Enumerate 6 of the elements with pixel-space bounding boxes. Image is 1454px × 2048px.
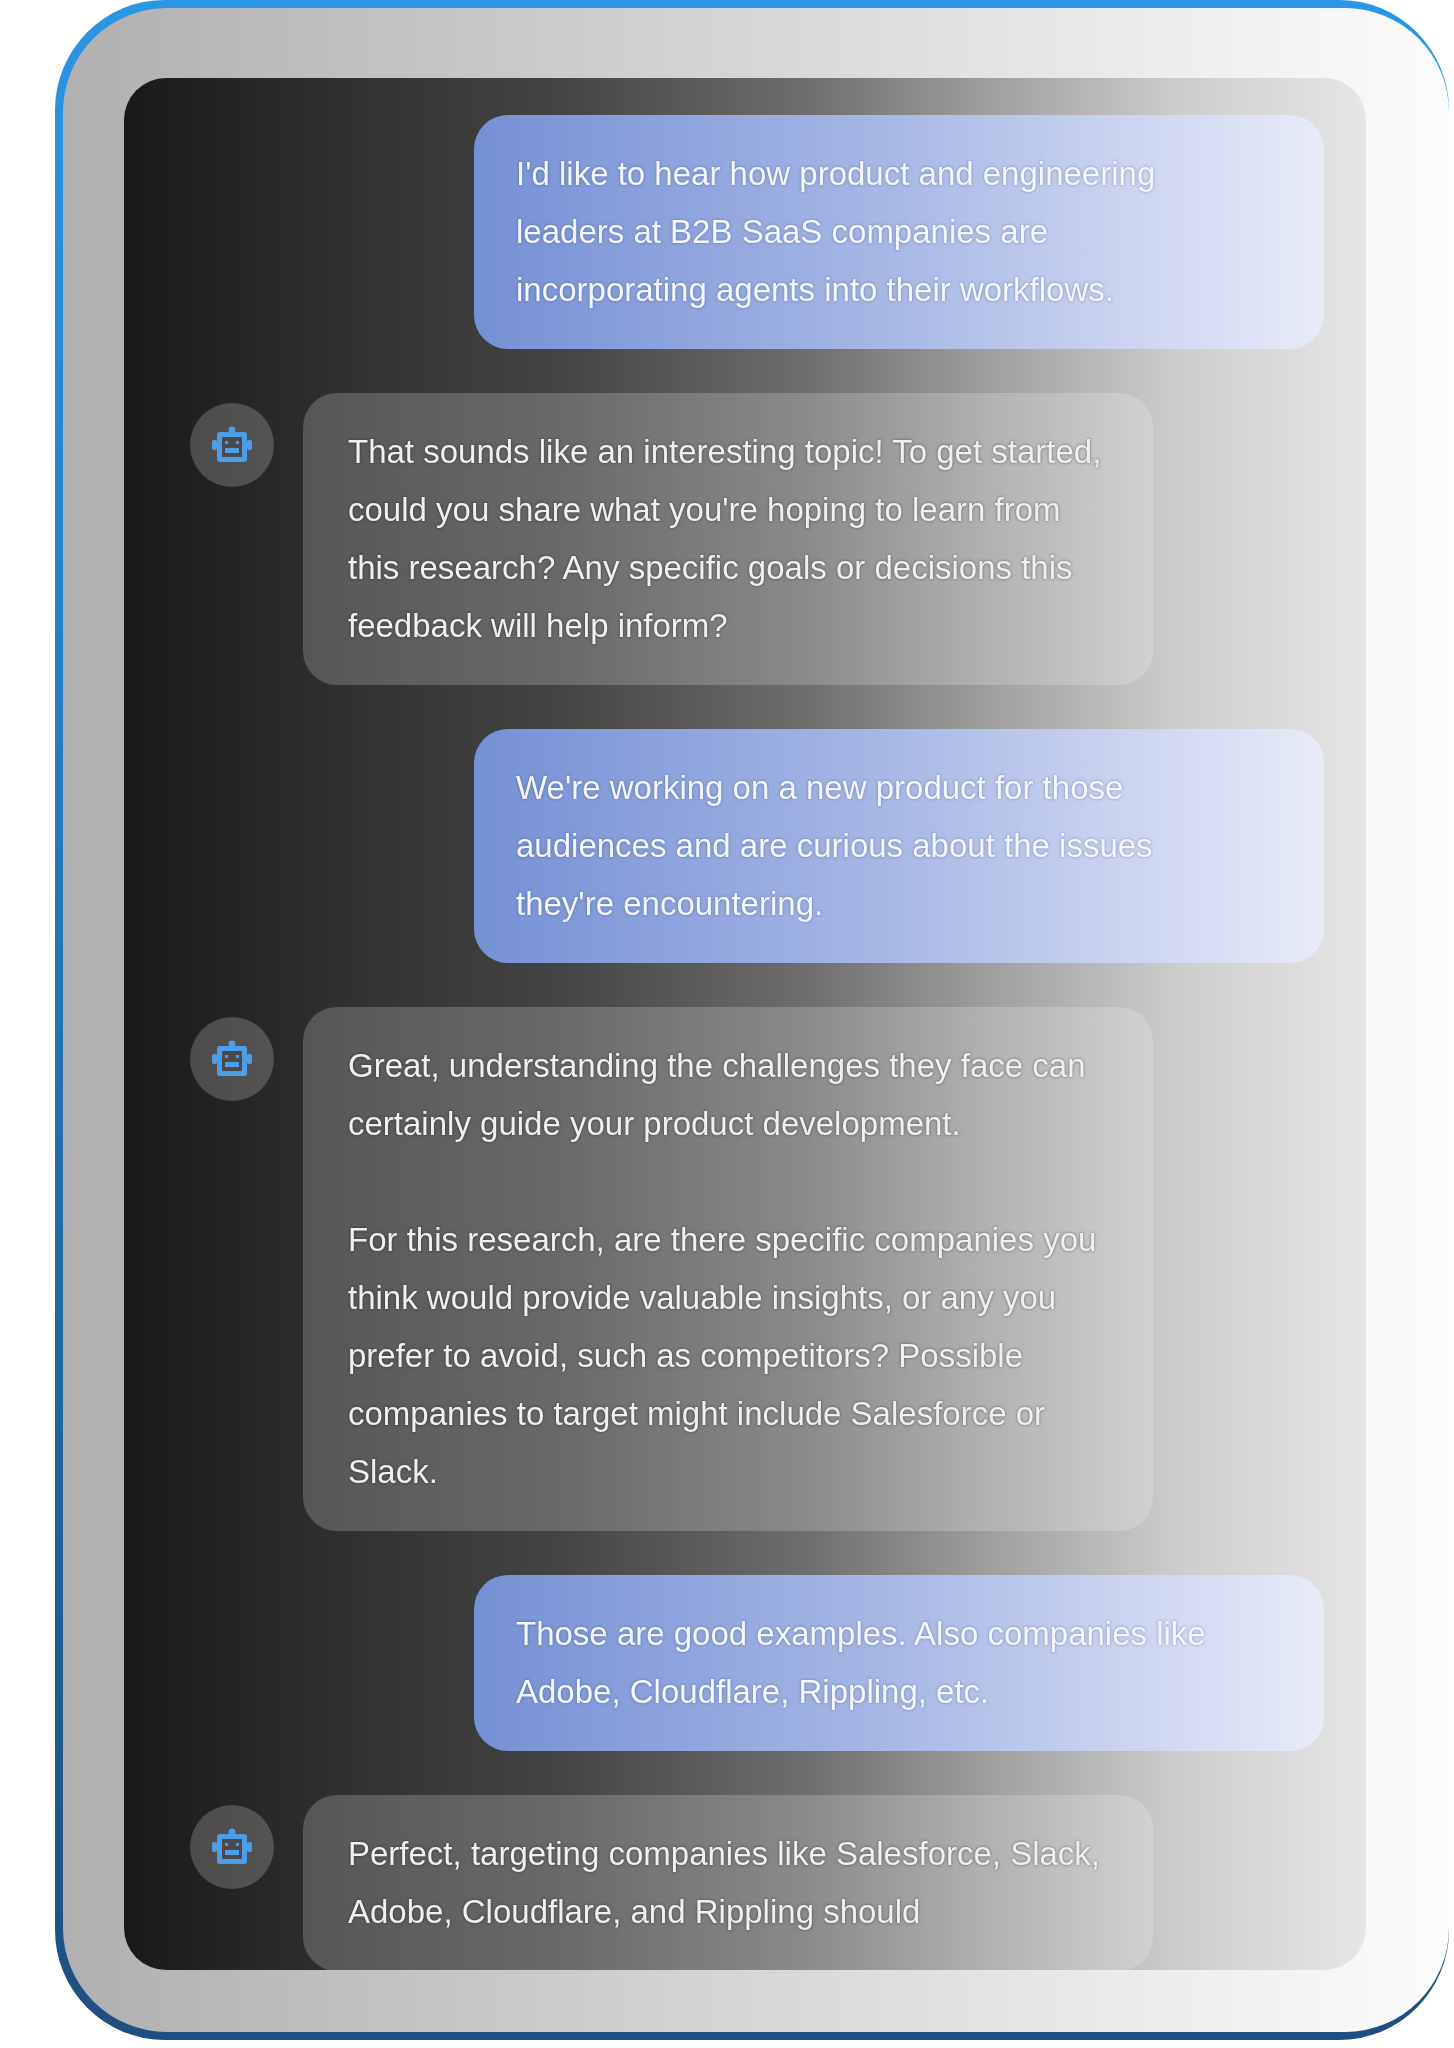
robot-icon	[212, 1040, 252, 1078]
message-text: I'd like to hear how product and engineering leaders at B2B SaaS companies are incorporating agents into their workflows.	[516, 154, 1157, 310]
robot-icon	[212, 1828, 252, 1866]
robot-icon	[212, 426, 252, 464]
message-text: That sounds like an interesting topic! To get started, could you share what you're hoping to learn from this research? Any specific goals or decisions this feedback will help inform?	[348, 432, 1103, 646]
message-text: Perfect, targeting companies like Salesforce, Slack, Adobe, Cloudflare, and Rippling should	[348, 1834, 1102, 1932]
